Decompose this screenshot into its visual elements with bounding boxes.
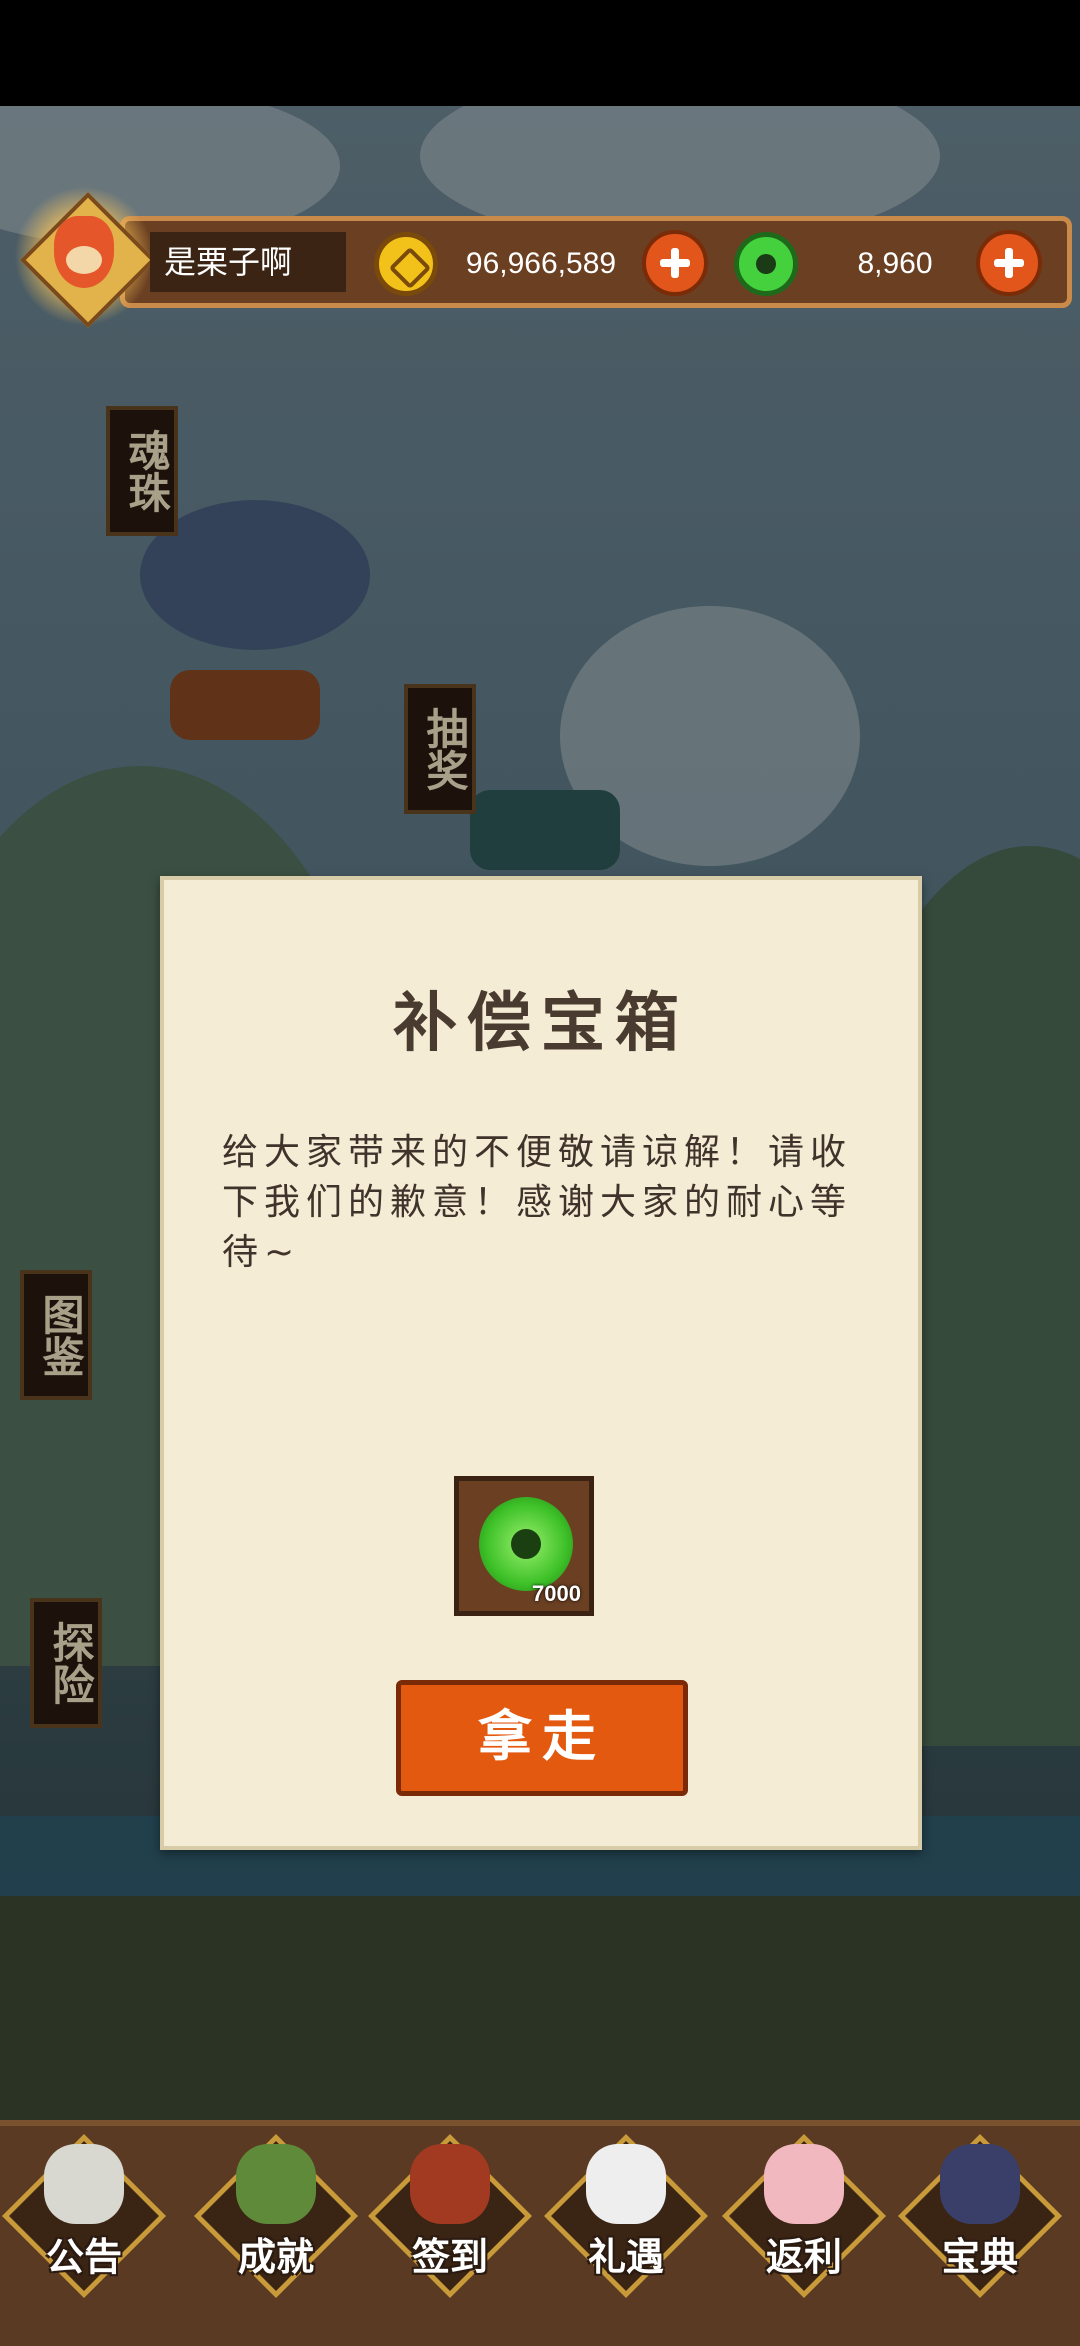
compensation-dialog: 补偿宝箱 给大家带来的不便敬请谅解！请收下我们的歉意！感谢大家的耐心等待~ 70… [160,876,922,1850]
player-avatar[interactable] [14,186,156,328]
nav-announcement[interactable]: 公告 [1,2133,167,2310]
jade-amount: 8,960 [857,247,933,280]
piggy-bank-icon [764,2144,844,2224]
nav-checkin[interactable]: 签到 [367,2133,533,2310]
nav-rebate[interactable]: 返利 [721,2133,887,2310]
jade-reward-icon [479,1497,573,1591]
checkin-icon [410,2144,490,2224]
dialog-message: 给大家带来的不便敬请谅解！请收下我们的歉意！感谢大家的耐心等待~ [222,1132,853,1273]
jade-icon [734,232,798,296]
nav-achievement[interactable]: 成就 [193,2133,359,2310]
nav-guidebook[interactable]: 宝典 [897,2133,1063,2310]
player-name: 是栗子啊 [150,232,346,292]
add-jade-button[interactable] [976,230,1042,296]
guidebook-icon [940,2144,1020,2224]
achievement-icon [236,2144,316,2224]
nav-gifts[interactable]: 礼遇 [543,2133,709,2310]
announcement-icon [44,2144,124,2224]
fox-mask-icon [54,216,114,288]
reward-item[interactable]: 7000 [454,1476,594,1616]
dialog-title: 补偿宝箱 [393,987,689,1061]
reward-quantity: 7000 [532,1581,581,1606]
add-gold-button[interactable] [642,230,708,296]
gold-amount: 96,966,589 [465,247,617,280]
take-button[interactable]: 拿走 [396,1680,688,1796]
gold-coin-icon [374,232,438,296]
lucky-cat-icon [586,2144,666,2224]
